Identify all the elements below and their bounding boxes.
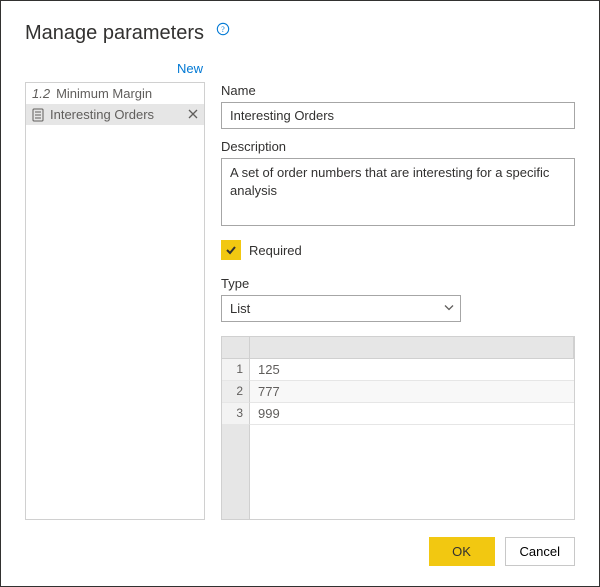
parameter-form: Name Description A set of order numbers … xyxy=(221,55,575,520)
type-select[interactable] xyxy=(221,295,461,322)
ok-button[interactable]: OK xyxy=(429,537,495,566)
parameter-item[interactable]: Interesting Orders xyxy=(26,104,204,125)
cancel-button[interactable]: Cancel xyxy=(505,537,575,566)
svg-text:?: ? xyxy=(221,25,225,34)
parameters-list: 1.2 Minimum Margin Interesting Orders xyxy=(25,82,205,520)
parameter-item-label: Interesting Orders xyxy=(50,107,182,122)
parameter-item-prefix: 1.2 xyxy=(32,86,50,101)
parameters-pane: New 1.2 Minimum Margin Interesting Order… xyxy=(25,55,205,520)
parameter-item[interactable]: 1.2 Minimum Margin xyxy=(26,83,204,104)
type-label: Type xyxy=(221,276,575,291)
grid-filler xyxy=(250,425,574,520)
grid-row-number: 2 xyxy=(222,381,250,403)
new-parameter-link[interactable]: New xyxy=(25,55,205,82)
name-input[interactable] xyxy=(221,102,575,129)
dialog-title: Manage parameters ? xyxy=(1,1,599,45)
name-label: Name xyxy=(221,83,575,98)
grid-row-number: 3 xyxy=(222,403,250,425)
required-label: Required xyxy=(249,243,302,258)
dialog-content: New 1.2 Minimum Margin Interesting Order… xyxy=(1,45,599,520)
grid-cell[interactable]: 125 xyxy=(250,359,574,381)
grid-corner-header xyxy=(222,337,250,359)
description-label: Description xyxy=(221,139,575,154)
help-icon[interactable]: ? xyxy=(216,19,230,42)
grid-row-number: 1 xyxy=(222,359,250,381)
grid-cell[interactable]: 999 xyxy=(250,403,574,425)
close-icon[interactable] xyxy=(188,107,198,122)
dialog-title-text: Manage parameters xyxy=(25,22,204,44)
parameter-item-label: Minimum Margin xyxy=(56,86,182,101)
grid-cell[interactable]: 777 xyxy=(250,381,574,403)
grid-column-header xyxy=(250,337,574,359)
description-input[interactable]: A set of order numbers that are interest… xyxy=(221,158,575,226)
required-checkbox[interactable] xyxy=(221,240,241,260)
required-row: Required xyxy=(221,240,575,260)
grid-filler xyxy=(222,425,250,520)
list-values-grid[interactable]: 1 125 2 777 3 999 xyxy=(221,336,575,520)
type-select-value[interactable] xyxy=(221,295,461,322)
dialog-footer: OK Cancel xyxy=(429,537,575,566)
list-icon xyxy=(32,108,44,122)
